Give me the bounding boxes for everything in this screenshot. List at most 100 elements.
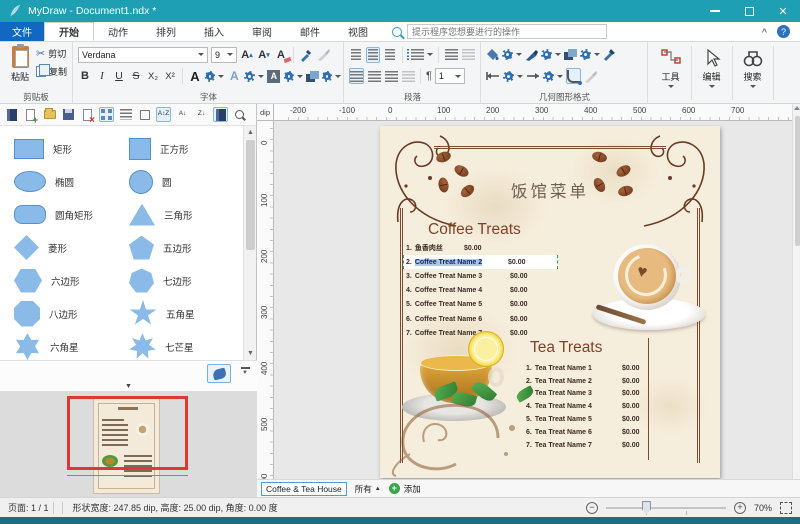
align-bottom-button[interactable] bbox=[383, 47, 397, 63]
maximize-button[interactable] bbox=[732, 0, 766, 22]
bold-button[interactable]: B bbox=[78, 68, 92, 84]
shape-item[interactable]: 菱形 bbox=[14, 231, 129, 264]
chevron-down-icon[interactable] bbox=[218, 75, 224, 78]
add-page-button[interactable]: + 添加 bbox=[389, 483, 421, 495]
edit-button[interactable]: 编辑 bbox=[693, 44, 730, 100]
text-outline-button[interactable]: A bbox=[227, 68, 241, 84]
tell-me-search[interactable] bbox=[392, 22, 607, 41]
thumbnails-view-icon[interactable] bbox=[99, 107, 114, 122]
save-library-icon[interactable] bbox=[61, 107, 76, 122]
superscript-button[interactable]: X² bbox=[163, 68, 177, 84]
line-spacing-combo[interactable]: 1 bbox=[435, 68, 465, 84]
close-button[interactable]: ✕ bbox=[766, 0, 800, 22]
menu-item-row[interactable]: 4. Tea Treat Name 4 $0.00 bbox=[526, 400, 644, 413]
paste-button[interactable]: 粘贴 bbox=[6, 46, 34, 94]
menu-item-row[interactable]: 5. Tea Treat Name 5 $0.00 bbox=[526, 413, 644, 426]
chevron-down-icon[interactable] bbox=[594, 53, 600, 56]
sort-descending-icon[interactable]: Z↓ bbox=[194, 107, 209, 122]
eyedropper-icon[interactable] bbox=[299, 48, 313, 62]
shape-item[interactable]: 椭圆 bbox=[14, 165, 129, 198]
zoom-slider[interactable] bbox=[606, 501, 726, 515]
fill-bucket-icon[interactable] bbox=[486, 48, 499, 61]
new-library-icon[interactable] bbox=[23, 107, 38, 122]
text-background-button[interactable] bbox=[306, 71, 318, 82]
align-top-button[interactable] bbox=[349, 47, 363, 63]
copy-button[interactable]: 复制 bbox=[36, 65, 67, 78]
menu-tab[interactable]: 视图 bbox=[334, 22, 382, 41]
fit-page-button[interactable] bbox=[780, 502, 792, 514]
shape-item[interactable]: 八边形 bbox=[14, 297, 129, 330]
menu-title[interactable]: 饭馆菜单 bbox=[380, 178, 720, 202]
scrollbar-thumb[interactable] bbox=[795, 116, 800, 246]
shape-item[interactable]: 三角形 bbox=[129, 198, 244, 231]
coffee-heading[interactable]: Coffee Treats bbox=[428, 221, 521, 239]
cut-button[interactable]: ✂剪切 bbox=[36, 47, 67, 60]
increase-font-button[interactable]: A bbox=[240, 47, 254, 63]
end-arrowhead-icon[interactable] bbox=[526, 71, 540, 81]
decrease-indent-button[interactable] bbox=[461, 47, 475, 63]
text-highlight-settings-icon[interactable] bbox=[284, 71, 294, 82]
search-tool-button[interactable]: 搜索 bbox=[734, 44, 771, 100]
active-page-tab[interactable]: Coffee & Tea House bbox=[261, 482, 347, 496]
scroll-up-icon[interactable]: ▲ bbox=[244, 126, 257, 139]
increase-indent-button[interactable] bbox=[444, 47, 458, 63]
drawing-canvas[interactable]: 饭馆菜单 Coffee Treats 1. 鱼香肉丝 $0.00 bbox=[274, 121, 792, 479]
font-size-combo[interactable]: 9 bbox=[211, 47, 237, 63]
end-arrowhead-settings-icon[interactable] bbox=[543, 71, 554, 82]
chevron-down-icon[interactable] bbox=[557, 75, 563, 78]
collapse-pane-icon[interactable]: ▼ bbox=[0, 383, 257, 390]
begin-arrowhead-icon[interactable] bbox=[486, 71, 500, 81]
menu-item-row[interactable]: 6. Tea Treat Name 6 $0.00 bbox=[526, 426, 644, 439]
scroll-down-icon[interactable]: ▼ bbox=[244, 347, 257, 360]
bullet-list-button[interactable] bbox=[408, 47, 424, 63]
shape-item[interactable]: 六边形 bbox=[14, 264, 129, 297]
menu-tab[interactable]: 动作 bbox=[94, 22, 142, 41]
text-fill-button[interactable]: A bbox=[188, 68, 202, 84]
shape-item[interactable]: 六角星 bbox=[14, 330, 129, 360]
chevron-down-icon[interactable] bbox=[555, 53, 561, 56]
chevron-down-icon[interactable] bbox=[427, 53, 433, 56]
text-outline-settings-icon[interactable] bbox=[244, 71, 254, 82]
chevron-down-icon[interactable] bbox=[297, 75, 303, 78]
text-background-settings-icon[interactable] bbox=[322, 71, 332, 82]
subscript-button[interactable]: X₂ bbox=[146, 68, 160, 84]
search-shapes-icon[interactable] bbox=[232, 107, 247, 122]
viewport-rectangle[interactable] bbox=[67, 396, 188, 470]
chevron-down-icon[interactable] bbox=[517, 75, 523, 78]
font-family-combo[interactable]: Verdana bbox=[78, 47, 208, 63]
stroke-settings-icon[interactable] bbox=[541, 49, 552, 60]
menu-item-row[interactable]: 1. Tea Treat Name 1 $0.00 bbox=[526, 362, 644, 375]
cappuccino-image[interactable]: ♥ bbox=[585, 238, 715, 333]
chevron-down-icon[interactable] bbox=[516, 53, 522, 56]
shape-item[interactable]: 正方形 bbox=[129, 132, 244, 165]
menu-tab[interactable]: 开始 bbox=[44, 22, 94, 41]
sort-ascending-icon[interactable]: A↓ bbox=[175, 107, 190, 122]
fill-settings-icon[interactable] bbox=[502, 49, 513, 60]
tools-button[interactable]: 工具 bbox=[652, 44, 689, 100]
search-input[interactable] bbox=[407, 24, 607, 39]
minimize-button[interactable] bbox=[698, 0, 732, 22]
shape-item[interactable]: 矩形 bbox=[14, 132, 129, 165]
text-fill-settings-icon[interactable] bbox=[205, 71, 215, 82]
chevron-down-icon[interactable] bbox=[335, 75, 341, 78]
zoom-slider-handle[interactable] bbox=[642, 501, 651, 515]
zoom-in-button[interactable]: + bbox=[734, 502, 746, 514]
align-center-button[interactable] bbox=[367, 68, 381, 84]
remove-library-icon[interactable] bbox=[80, 107, 95, 122]
clear-formatting-button[interactable]: A bbox=[274, 47, 288, 63]
corner-rounding-button[interactable] bbox=[566, 68, 581, 84]
shape-item[interactable]: 七芒星 bbox=[129, 330, 244, 360]
pan-mode-button[interactable] bbox=[207, 364, 231, 383]
menu-item-row[interactable]: 3. Tea Treat Name 3 $0.00 bbox=[526, 388, 644, 401]
align-right-button[interactable] bbox=[384, 68, 398, 84]
shadow-button[interactable] bbox=[564, 49, 577, 60]
shape-item[interactable]: 圆角矩形 bbox=[14, 198, 129, 231]
menu-item-row[interactable]: 4. Coffee Treat Name 4 $0.00 bbox=[406, 284, 558, 298]
menu-page[interactable]: 饭馆菜单 Coffee Treats 1. 鱼香肉丝 $0.00 bbox=[380, 126, 720, 478]
show-library-icon[interactable] bbox=[213, 107, 228, 122]
align-left-button[interactable] bbox=[349, 68, 364, 84]
shape-list-scrollbar[interactable]: ▲ ▼ bbox=[243, 126, 256, 360]
underline-button[interactable]: U bbox=[112, 68, 126, 84]
begin-arrowhead-settings-icon[interactable] bbox=[503, 71, 514, 82]
shadow-settings-icon[interactable] bbox=[580, 49, 591, 60]
